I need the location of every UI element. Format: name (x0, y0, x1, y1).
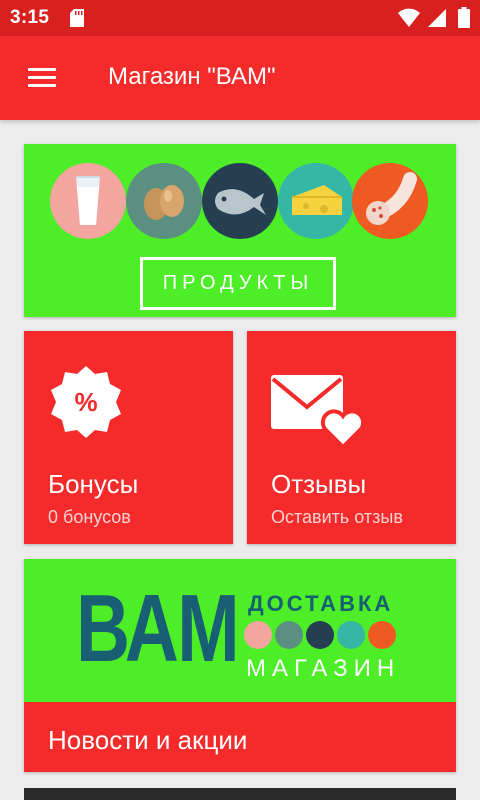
news-title: Новости и акции (48, 725, 248, 755)
eggs-icon (275, 621, 303, 649)
reviews-title: Отзывы (271, 469, 367, 499)
status-time: 3:15 (10, 7, 50, 28)
bonus-card[interactable]: % Бонусы 0 бонусов (24, 331, 233, 544)
svg-text:%: % (74, 387, 97, 417)
battery-icon (458, 7, 470, 33)
app-bar: Магазин "ВАМ" (0, 36, 480, 120)
percent-badge-icon: % (48, 364, 124, 445)
fish-icon (202, 163, 278, 239)
banner-tagline-bottom: МАГАЗИН (246, 655, 401, 682)
reviews-card[interactable]: Отзывы Оставить отзыв (247, 331, 456, 544)
wifi-icon (398, 8, 420, 33)
milk-icon (50, 163, 126, 239)
next-card-peek (24, 788, 456, 800)
products-card[interactable]: ПРОДУКТЫ (24, 144, 456, 317)
cheese-icon (278, 163, 354, 239)
milk-icon (244, 621, 272, 649)
fish-icon (306, 621, 334, 649)
app-title: Магазин "ВАМ" (108, 63, 276, 90)
sausage-icon (352, 163, 428, 239)
bonus-title: Бонусы (48, 469, 139, 499)
sausage-icon (368, 621, 396, 649)
eggs-icon (126, 163, 202, 239)
status-bar: 3:15 (0, 0, 480, 36)
products-button[interactable]: ПРОДУКТЫ (140, 257, 336, 310)
sd-card-icon (70, 9, 84, 32)
logo-text: ВАМ (76, 575, 240, 682)
envelope-heart-icon (271, 373, 367, 454)
cheese-icon (337, 621, 365, 649)
delivery-banner: ВАМ ДОСТАВКА МАГАЗИН (24, 559, 456, 702)
reviews-subtitle: Оставить отзыв (271, 507, 403, 527)
hamburger-menu-icon[interactable] (20, 62, 64, 96)
news-card[interactable]: ВАМ ДОСТАВКА МАГАЗИН Новости и акции (24, 559, 456, 772)
bonus-subtitle: 0 бонусов (48, 507, 131, 527)
banner-tagline-top: ДОСТАВКА (248, 591, 394, 616)
cell-signal-icon (428, 9, 446, 32)
